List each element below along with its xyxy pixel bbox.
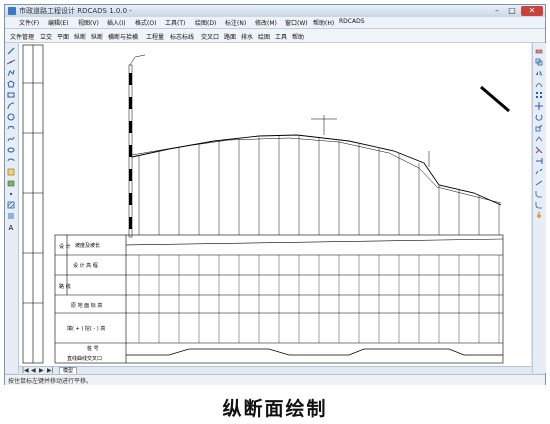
extend-icon[interactable]	[535, 157, 543, 165]
toolbar-file-manage[interactable]: 文件管理	[10, 32, 34, 41]
construction-line-icon[interactable]	[7, 58, 15, 66]
elevation-ruler	[128, 54, 146, 238]
app-icon	[8, 7, 16, 15]
toolbar-pavement[interactable]: 路面	[224, 32, 236, 41]
menu-window[interactable]: 窗口(W)	[285, 18, 308, 27]
row-label-ground-elevation: 原 地 面 标 高	[71, 302, 102, 309]
tab-next-icon[interactable]: ▶	[39, 367, 44, 374]
join-icon[interactable]	[535, 179, 543, 187]
stretch-icon[interactable]	[535, 135, 543, 143]
text-icon[interactable]: A	[7, 223, 15, 231]
drawing-frame-left	[22, 44, 44, 364]
app-window: 市政道路工程设计 RDCADS 1.0.0 - – □ ✕ 文件(F) 编辑(E…	[4, 4, 546, 385]
row-label-alignment: 直线曲线交叉口	[67, 355, 102, 362]
break-icon[interactable]	[535, 168, 543, 176]
side-label-design: 设 计	[59, 243, 71, 250]
drawing-canvas[interactable]: 设 计 路 线 坡度及坡长 设 计 高 程 原 地 面 标 高 填( + ) 挖…	[19, 43, 531, 366]
profile-drawing: 设 计 路 线 坡度及坡长 设 计 高 程 原 地 面 标 高 填( + ) 挖…	[22, 44, 510, 364]
tab-first-icon[interactable]: |◀	[22, 367, 29, 374]
close-button[interactable]: ✕	[521, 6, 543, 16]
menu-edit[interactable]: 编辑(E)	[48, 18, 68, 27]
menu-draw[interactable]: 绘图(D)	[195, 18, 216, 27]
svg-text:A: A	[9, 224, 14, 231]
toolbar-signs-markings[interactable]: 标志标线	[170, 32, 194, 41]
toolbar-drawing[interactable]: 绘图	[258, 32, 270, 41]
row-label-station: 桩 号	[87, 345, 99, 352]
erase-icon[interactable]	[535, 47, 543, 55]
title-bar: 市政道路工程设计 RDCADS 1.0.0 - – □ ✕	[5, 5, 545, 17]
revcloud-icon[interactable]	[7, 124, 15, 132]
menu-modify[interactable]: 修改(M)	[255, 18, 277, 27]
fillet-icon[interactable]	[535, 201, 543, 209]
spline-icon[interactable]	[7, 135, 15, 143]
status-bar: 按住鼠标左键并移动进行平移。	[5, 374, 545, 385]
gradient-icon[interactable]	[7, 212, 15, 220]
mirror-icon[interactable]	[535, 69, 543, 77]
ellipse-icon[interactable]	[7, 146, 15, 154]
rotate-icon[interactable]	[535, 113, 543, 121]
explode-icon[interactable]	[535, 212, 543, 220]
table-columns	[138, 255, 500, 343]
draw-toolbar: A	[5, 43, 19, 373]
toolbar-tools[interactable]: 工具	[275, 32, 287, 41]
array-icon[interactable]	[535, 91, 543, 99]
insert-block-icon[interactable]	[7, 168, 15, 176]
rectangle-icon[interactable]	[7, 91, 15, 99]
copy-icon[interactable]	[535, 58, 543, 66]
line-icon[interactable]	[7, 47, 15, 55]
toolbar-quantities[interactable]: 工程量	[146, 32, 164, 41]
arc-icon[interactable]	[7, 102, 15, 110]
polyline-icon[interactable]	[7, 69, 15, 77]
layout-tabs: |◀ ◀ ▶ ▶| 模型	[19, 366, 531, 376]
toolbar-intersection[interactable]: 交叉口	[201, 32, 219, 41]
point-icon[interactable]	[7, 190, 15, 198]
row-label-design-elevation: 设 计 高 程	[73, 262, 98, 269]
scale-icon[interactable]	[535, 124, 543, 132]
alignment-curve-row	[126, 348, 503, 356]
toolbar-interchange[interactable]: 立交	[40, 32, 52, 41]
toolbar-drainage[interactable]: 排水	[241, 32, 253, 41]
trim-icon[interactable]	[535, 146, 543, 154]
menu-view[interactable]: 视图(V)	[78, 18, 99, 27]
toolbar-profile[interactable]: 纵断	[74, 32, 86, 41]
toolbar-cross-section[interactable]: 横断与拾横	[108, 32, 138, 41]
modify-toolbar	[532, 43, 546, 373]
menu-format[interactable]: 格式(O)	[135, 18, 156, 27]
tab-prev-icon[interactable]: ◀	[31, 367, 36, 374]
figure-caption: 纵断面绘制	[222, 398, 328, 420]
menu-help[interactable]: 帮助(H)	[313, 18, 334, 27]
circle-icon[interactable]	[7, 113, 15, 121]
minimize-button[interactable]: –	[490, 6, 504, 16]
menu-insert[interactable]: 插入(I)	[107, 18, 125, 27]
toolbar-profile-2[interactable]: 纵断	[91, 32, 103, 41]
menu-tools[interactable]: 工具(T)	[165, 18, 185, 27]
menu-bar: 文件(F) 编辑(E) 视图(V) 插入(I) 格式(O) 工具(T) 绘图(D…	[5, 17, 545, 29]
row-label-grade: 坡度及坡长	[75, 242, 100, 249]
chamfer-icon[interactable]	[535, 190, 543, 198]
toolbar-help[interactable]: 帮助	[292, 32, 304, 41]
tab-last-icon[interactable]: ▶|	[47, 367, 54, 374]
move-icon[interactable]	[535, 102, 543, 110]
maximize-button[interactable]: □	[505, 6, 519, 16]
offset-icon[interactable]	[535, 80, 543, 88]
status-text: 按住鼠标左键并移动进行平移。	[8, 378, 93, 385]
profile-lines	[131, 134, 502, 206]
side-label-route: 路 线	[59, 283, 71, 290]
hatch-icon[interactable]	[7, 201, 15, 209]
row-label-cut-fill: 填( + ) 挖( - ) 高	[67, 325, 105, 332]
station-lines	[138, 136, 500, 235]
toolbar-plan[interactable]: 平面	[57, 32, 69, 41]
polygon-icon[interactable]	[7, 80, 15, 88]
section-marker	[480, 85, 510, 113]
menu-file[interactable]: 文件(F)	[19, 18, 39, 27]
ellipse-arc-icon[interactable]	[7, 157, 15, 165]
make-block-icon[interactable]	[7, 179, 15, 187]
module-toolbar: 文件管理 立交 平面 纵断 纵断 横断与拾横 工程量 标志标线 交叉口 路面 排…	[5, 29, 545, 43]
menu-rdcads[interactable]: RDCADS	[339, 18, 365, 25]
window-title: 市政道路工程设计 RDCADS 1.0.0 -	[19, 7, 132, 15]
menu-dimension[interactable]: 标注(N)	[225, 18, 246, 27]
